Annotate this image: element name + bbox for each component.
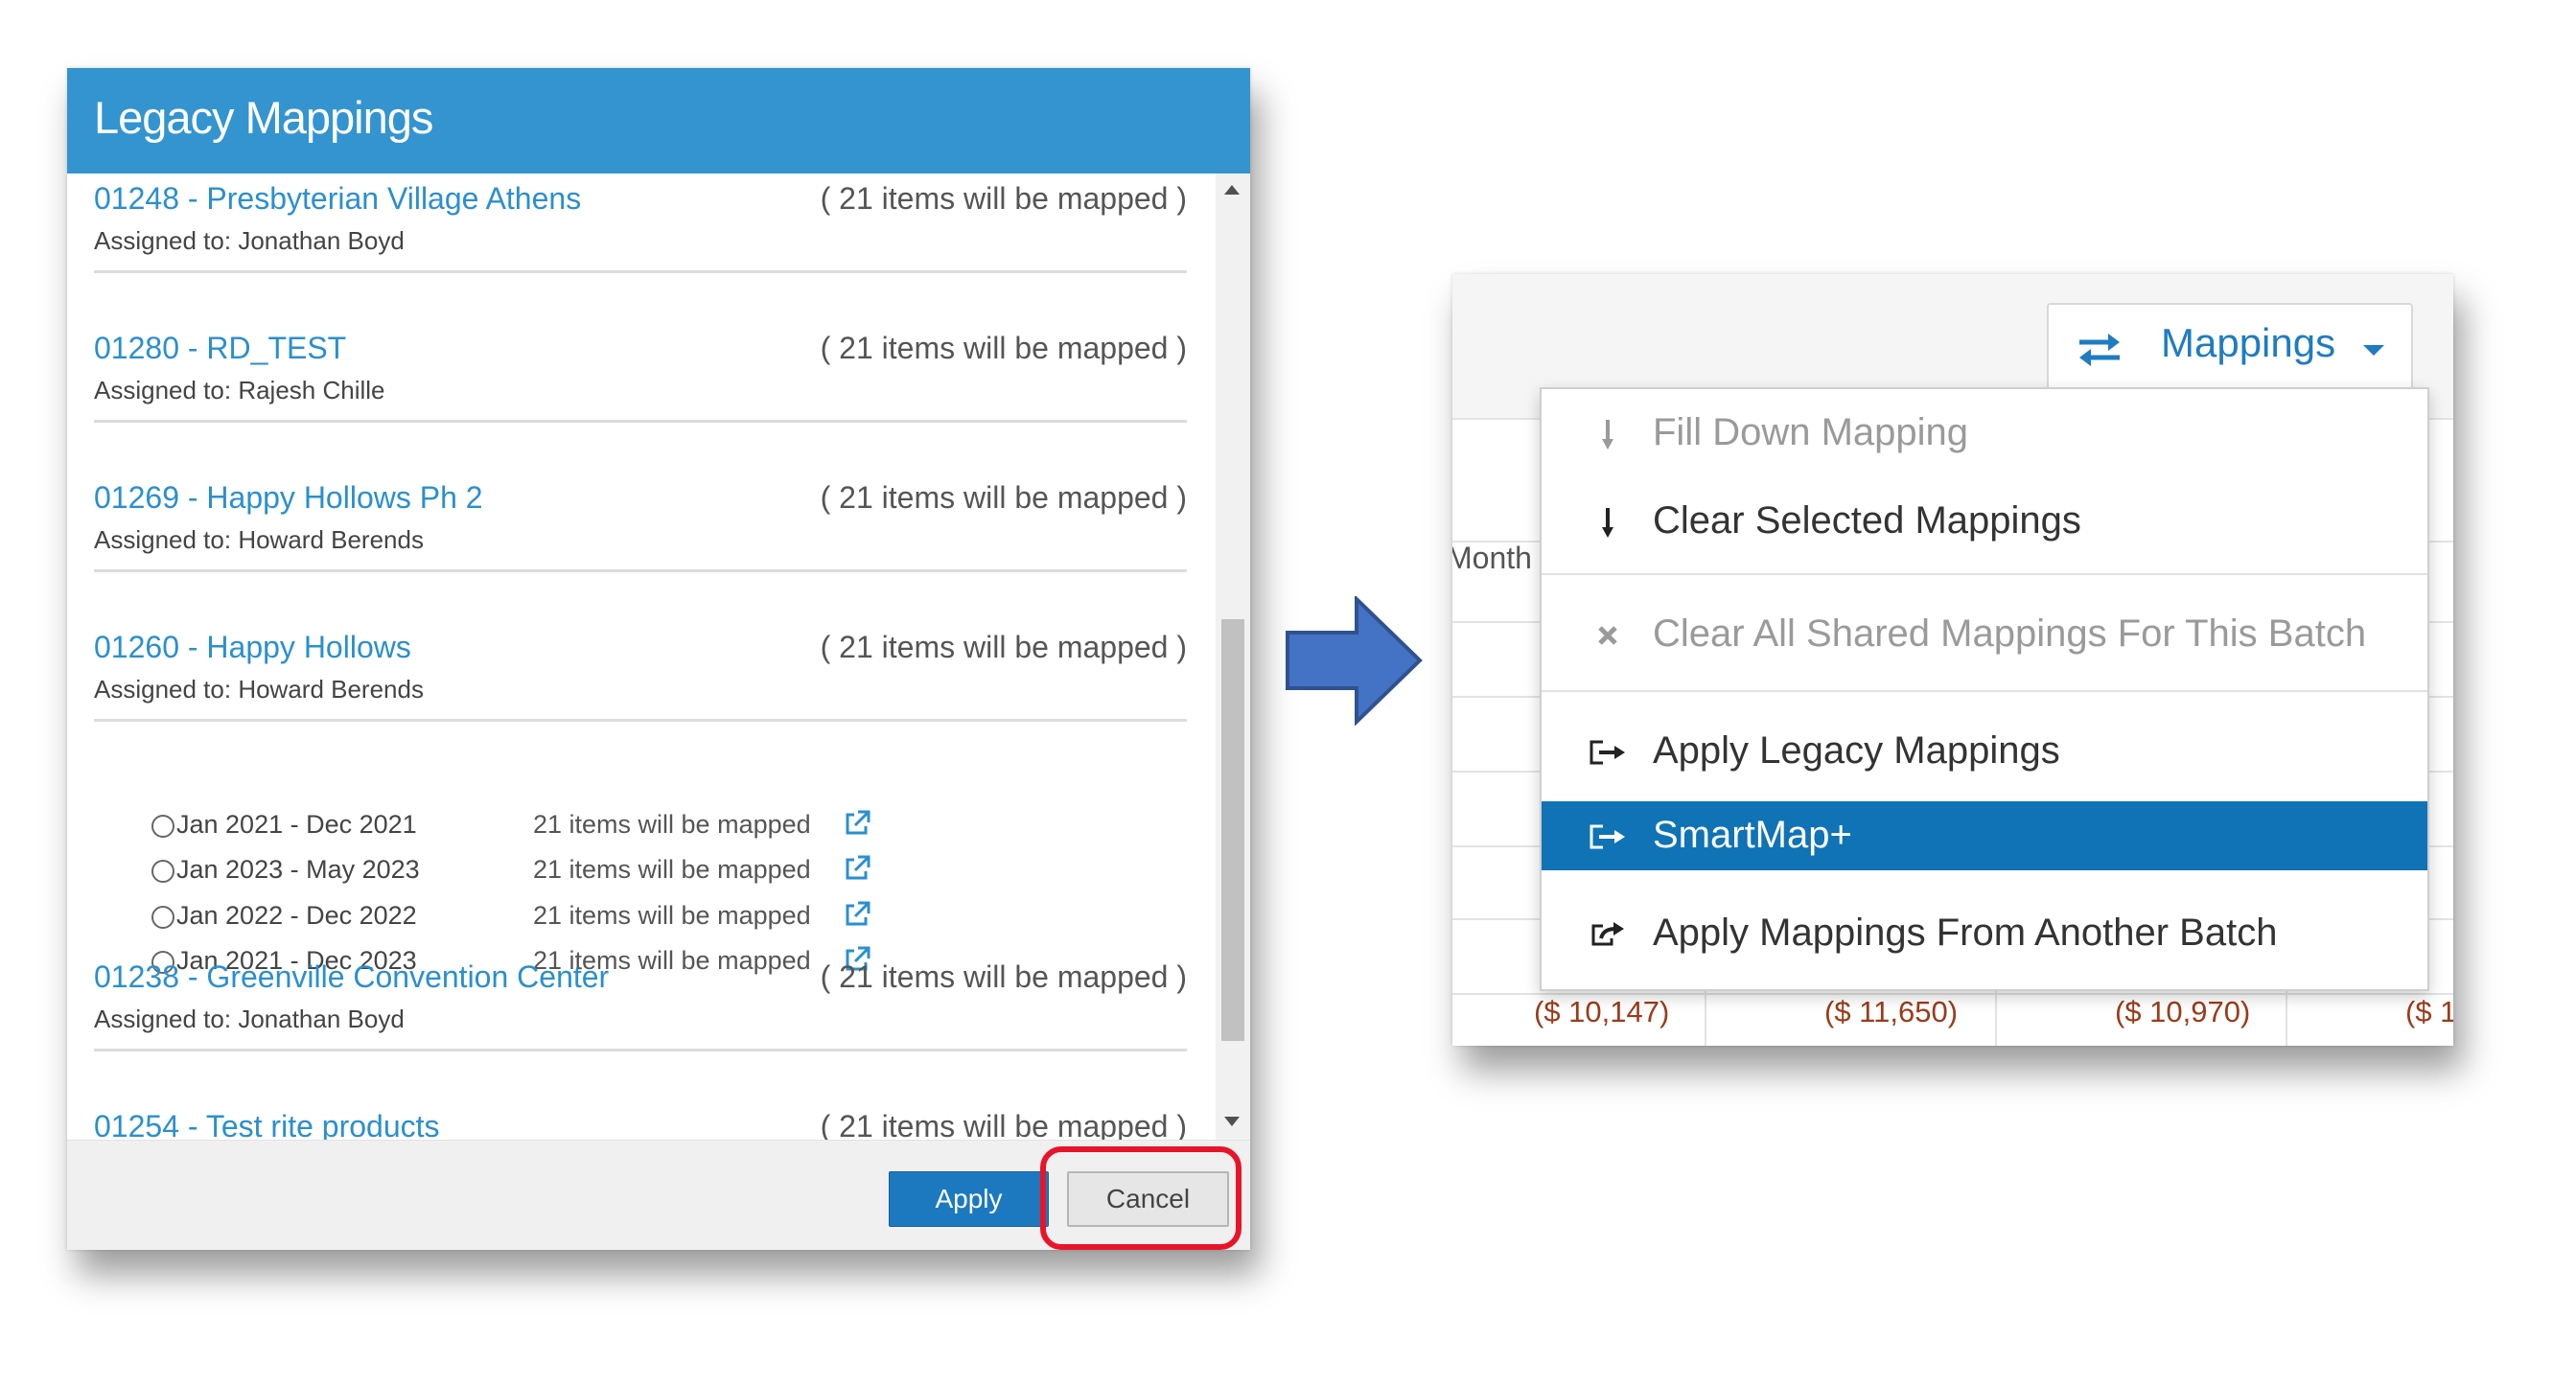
caret-down-icon: [2363, 345, 2384, 356]
menu-item-label: Fill Down Mapping: [1653, 411, 1969, 453]
scroll-thumb[interactable]: [1221, 619, 1244, 1041]
entry-link[interactable]: 01280 - RD_TEST: [94, 331, 346, 366]
apply-button[interactable]: Apply: [889, 1171, 1049, 1227]
menu-item-apply-legacy-mappings[interactable]: Apply Legacy Mappings: [1542, 707, 2427, 796]
sign-in-icon: [1590, 824, 1625, 849]
menu-item-apply-mappings-from-another-batch[interactable]: Apply Mappings From Another Batch: [1542, 889, 2427, 978]
sub-option-count: 21 items will be mapped: [533, 901, 811, 930]
menu-item-smartmap-plus[interactable]: SmartMap+: [1542, 801, 2427, 870]
entry-assigned: Assigned to: Jonathan Boyd: [94, 226, 405, 255]
menu-item-clear-selected-mappings[interactable]: Clear Selected Mappings: [1542, 477, 2427, 566]
radio-button[interactable]: [151, 906, 174, 929]
exchange-icon: [2079, 334, 2120, 366]
divider: [94, 270, 1187, 273]
entry-count: ( 21 items will be mapped ): [820, 959, 1187, 994]
sign-in-icon: [1590, 740, 1625, 765]
entry-link[interactable]: 01238 - Greenville Convention Center: [94, 959, 609, 995]
sub-option-count: 21 items will be mapped: [533, 855, 811, 884]
mappings-panel: Month ($ 10,147) ($ 11,650) ($ 10,970) (…: [1452, 274, 2453, 1046]
entry-assigned: Assigned to: Rajesh Chille: [94, 376, 385, 404]
legacy-mappings-dialog: Legacy Mappings 01248 - Presbyterian Vil…: [67, 68, 1250, 1250]
sub-option-range: Jan 2022 - Dec 2022: [176, 901, 417, 930]
external-link-icon[interactable]: [842, 899, 872, 930]
entry-count: ( 21 items will be mapped ): [820, 630, 1187, 664]
divider: [94, 719, 1187, 722]
menu-item-label: Clear Selected Mappings: [1653, 499, 2081, 542]
menu-item-label: SmartMap+: [1653, 814, 1852, 856]
entry-assigned: Assigned to: Howard Berends: [94, 675, 424, 704]
menu-item-clear-all-shared-mappings[interactable]: Clear All Shared Mappings For This Batch: [1542, 590, 2427, 679]
menu-divider: [1542, 690, 2427, 692]
entry-assigned: Assigned to: Jonathan Boyd: [94, 1005, 405, 1033]
dialog-title: Legacy Mappings: [94, 92, 433, 143]
menu-item-label: Apply Legacy Mappings: [1653, 729, 2060, 772]
grid-cell: ($ 1: [2405, 995, 2453, 1028]
external-link-icon[interactable]: [842, 853, 872, 884]
menu-item-fill-down-mapping[interactable]: Fill Down Mapping: [1542, 389, 2427, 477]
radio-button[interactable]: [151, 815, 174, 838]
grid-cell: ($ 11,650): [1824, 995, 1959, 1028]
divider: [94, 420, 1187, 423]
sub-option-range: Jan 2023 - May 2023: [176, 855, 420, 884]
dialog-body: 01248 - Presbyterian Village Athens ( 21…: [67, 173, 1250, 1140]
sub-option-range: Jan 2021 - Dec 2021: [176, 810, 417, 839]
sub-option-row: Jan 2022 - Dec 2022 21 items will be map…: [151, 899, 1014, 937]
menu-divider: [1542, 573, 2427, 575]
divider: [94, 569, 1187, 572]
mappings-menu: Fill Down Mapping Clear Selected Mapping…: [1540, 387, 2429, 991]
entry-count: ( 21 items will be mapped ): [820, 480, 1187, 515]
scroll-down-icon[interactable]: [1224, 1117, 1240, 1126]
share-icon: [1591, 922, 1624, 946]
sub-option-row: Jan 2021 - Dec 2021 21 items will be map…: [151, 808, 1014, 846]
arrow-down-icon: [1602, 508, 1613, 538]
x-icon: [1598, 626, 1617, 645]
grid-cell: ($ 10,970): [2115, 995, 2251, 1028]
grid-cell: ($ 10,147): [1534, 995, 1670, 1028]
entry-link[interactable]: 01260 - Happy Hollows: [94, 630, 411, 665]
entry-count: ( 21 items will be mapped ): [820, 1109, 1187, 1140]
scrollbar[interactable]: [1216, 173, 1250, 1140]
entry-link[interactable]: 01254 - Test rite products: [94, 1109, 440, 1140]
entry-link[interactable]: 01248 - Presbyterian Village Athens: [94, 181, 581, 217]
entry-count: ( 21 items will be mapped ): [820, 181, 1187, 216]
cancel-highlight-annotation: [1040, 1146, 1242, 1250]
mappings-label: Mappings: [2161, 320, 2336, 365]
sub-option-row: Jan 2023 - May 2023 21 items will be map…: [151, 853, 1014, 891]
menu-item-label: Clear All Shared Mappings For This Batch: [1653, 612, 2367, 655]
divider: [94, 1049, 1187, 1051]
arrow-down-icon: [1602, 420, 1613, 450]
entry-link[interactable]: 01269 - Happy Hollows Ph 2: [94, 480, 483, 516]
scroll-up-icon[interactable]: [1224, 185, 1240, 195]
external-link-icon[interactable]: [842, 808, 872, 839]
entry-count: ( 21 items will be mapped ): [820, 331, 1187, 365]
sub-option-count: 21 items will be mapped: [533, 810, 811, 839]
mappings-dropdown-button[interactable]: Mappings: [2047, 303, 2413, 393]
dialog-header: Legacy Mappings: [67, 68, 1250, 173]
menu-item-label: Apply Mappings From Another Batch: [1653, 912, 2278, 954]
radio-button[interactable]: [151, 860, 174, 883]
entry-assigned: Assigned to: Howard Berends: [94, 525, 424, 554]
right-arrow-icon: [1286, 596, 1423, 726]
column-header: Month: [1452, 541, 1532, 575]
